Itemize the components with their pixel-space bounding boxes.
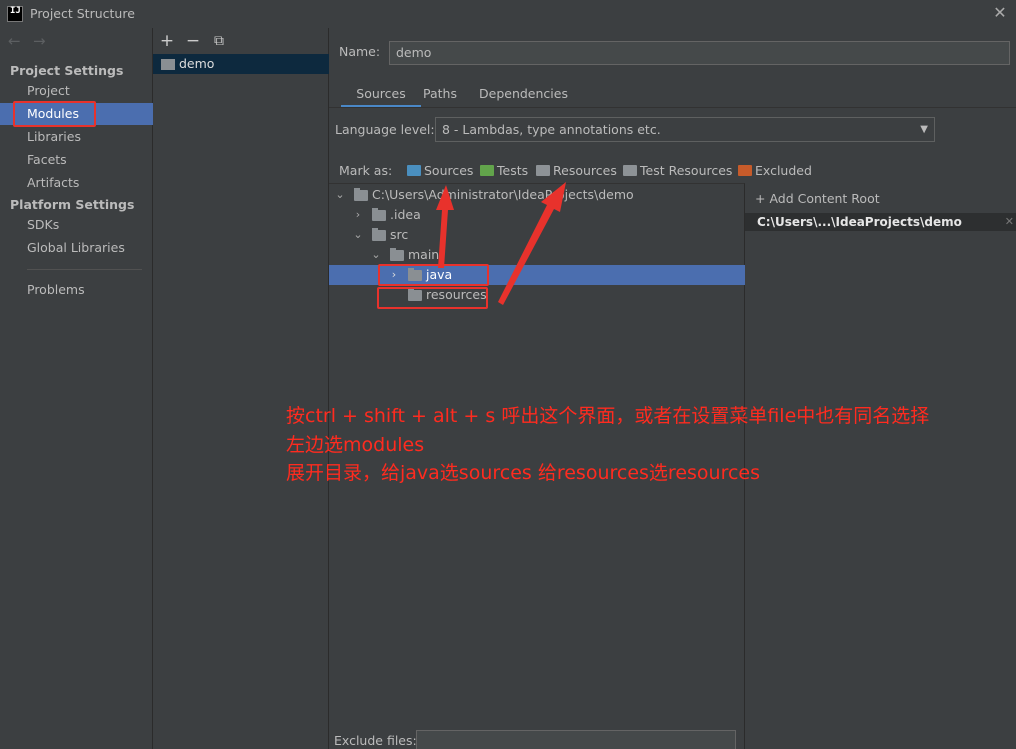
- annotation-arrows: [436, 182, 566, 305]
- arrow-to-resources: [498, 182, 566, 305]
- annotation-line-1: 按ctrl + shift + alt + s 呼出这个界面，或者在设置菜单fi…: [286, 405, 930, 427]
- annotation-text: 按ctrl + shift + alt + s 呼出这个界面，或者在设置菜单fi…: [286, 402, 1006, 488]
- annotation-line-3: 展开目录，给java选sources 给resources选resources: [286, 462, 760, 484]
- annotation-line-2: 左边选modules: [286, 433, 425, 456]
- arrow-to-sources: [436, 185, 454, 268]
